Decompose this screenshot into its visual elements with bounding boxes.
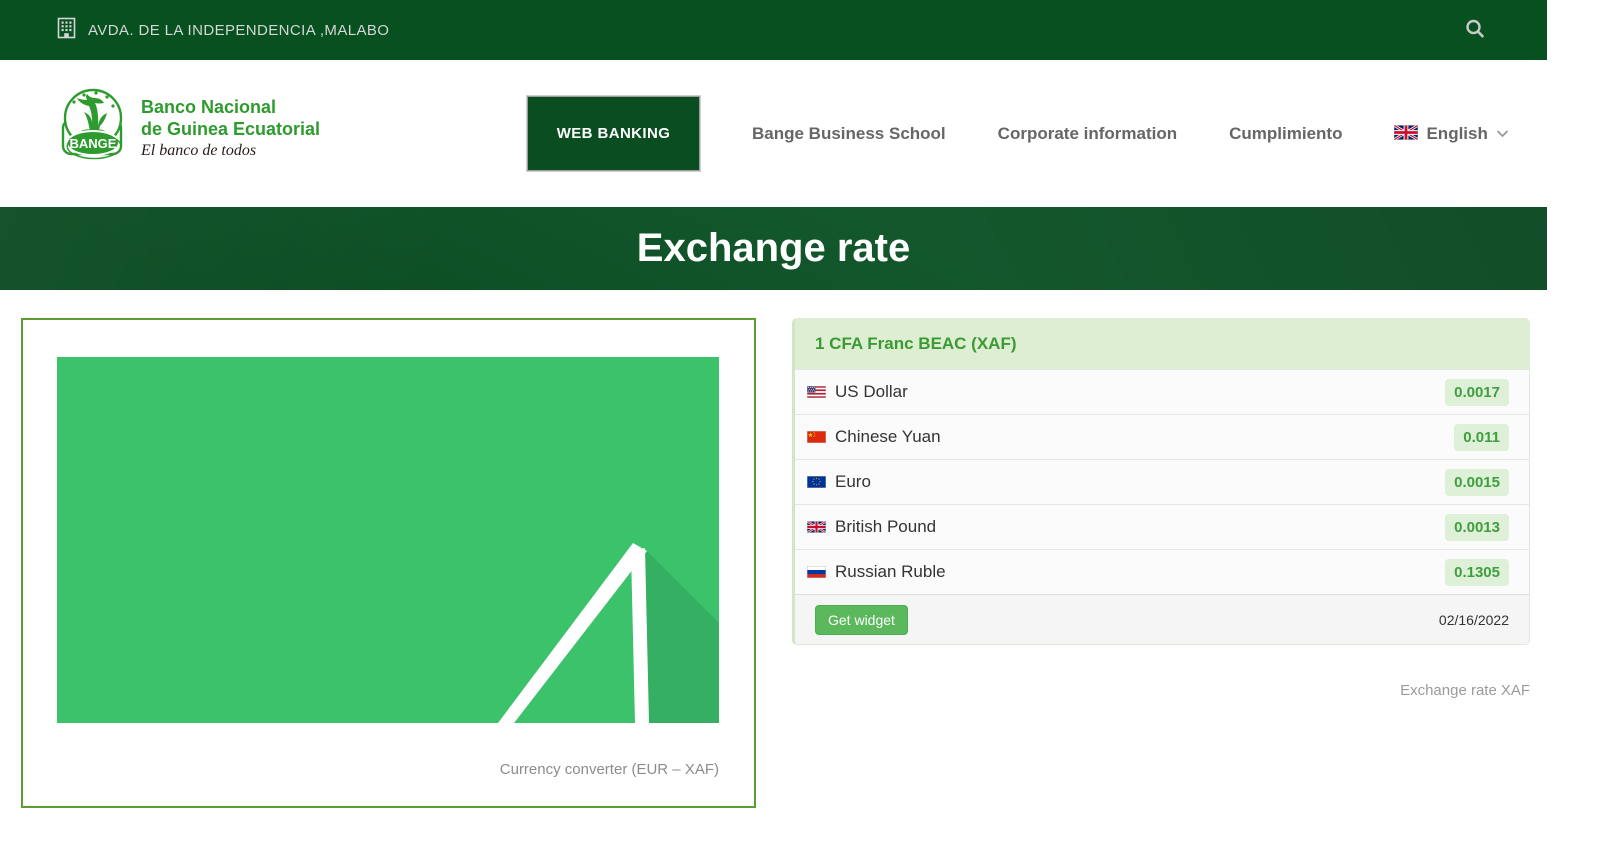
nav-item-cumplimiento[interactable]: Cumplimiento bbox=[1229, 124, 1342, 144]
rate-value: 0.0013 bbox=[1445, 514, 1509, 541]
rate-row-us-dollar: US Dollar 0.0017 bbox=[795, 369, 1529, 414]
branch-address: AVDA. DE LA INDEPENDENCIA ,MALABO bbox=[57, 17, 389, 43]
eu-flag-icon bbox=[807, 476, 826, 488]
converter-caption: Currency converter (EUR – XAF) bbox=[57, 761, 719, 778]
gb-flag-icon bbox=[807, 521, 826, 533]
rates-widget-footer: Get widget 02/16/2022 bbox=[795, 594, 1529, 644]
exchange-rate-link[interactable]: Exchange rate bbox=[1400, 682, 1497, 699]
building-icon bbox=[57, 17, 76, 43]
rates-widget-header: 1 CFA Franc BEAC (XAF) bbox=[795, 319, 1529, 369]
search-button[interactable] bbox=[1460, 14, 1490, 47]
search-icon bbox=[1464, 18, 1486, 43]
rates-date: 02/16/2022 bbox=[1439, 612, 1509, 628]
rate-value: 0.011 bbox=[1454, 424, 1509, 451]
page: AVDA. DE LA INDEPENDENCIA ,MALABO bbox=[0, 0, 1547, 808]
rate-row-chinese-yuan: Chinese Yuan 0.011 bbox=[795, 414, 1529, 459]
us-flag-icon bbox=[807, 386, 826, 398]
nav-item-bange-business-school[interactable]: Bange Business School bbox=[752, 124, 946, 144]
currency-name: Chinese Yuan bbox=[835, 427, 1454, 447]
language-selector[interactable]: English bbox=[1394, 124, 1508, 144]
currency-converter-panel: Currency converter (EUR – XAF) bbox=[21, 318, 756, 808]
rates-column: 1 CFA Franc BEAC (XAF) bbox=[792, 318, 1530, 699]
language-label: English bbox=[1426, 124, 1487, 144]
site-header: BANGE Banco Nacional de Guinea Ecuatoria… bbox=[0, 60, 1547, 207]
rate-row-euro: Euro 0.0015 bbox=[795, 459, 1529, 504]
nav-item-corporate-information[interactable]: Corporate information bbox=[998, 124, 1177, 144]
ru-flag-icon bbox=[807, 566, 826, 578]
page-title-banner: Exchange rate bbox=[0, 207, 1547, 290]
topbar: AVDA. DE LA INDEPENDENCIA ,MALABO bbox=[0, 0, 1547, 60]
currency-converter-image bbox=[57, 357, 754, 723]
exchange-rates-widget: 1 CFA Franc BEAC (XAF) bbox=[792, 318, 1530, 645]
bank-tagline: El banco de todos bbox=[141, 142, 320, 160]
page-title: Exchange rate bbox=[637, 226, 910, 271]
svg-text:BANGE: BANGE bbox=[70, 136, 117, 151]
bange-tree-logo-icon: BANGE bbox=[57, 86, 129, 171]
address-text: AVDA. DE LA INDEPENDENCIA ,MALABO bbox=[88, 22, 389, 39]
currency-name: British Pound bbox=[835, 517, 1445, 537]
chevron-down-icon bbox=[1496, 126, 1509, 141]
main-content: Currency converter (EUR – XAF) 1 CFA Fra… bbox=[21, 318, 1547, 808]
cn-flag-icon bbox=[807, 431, 826, 443]
currency-name: Russian Ruble bbox=[835, 562, 1445, 582]
exchange-rate-links: Exchange rateXAF bbox=[792, 682, 1530, 699]
main-nav: WEB BANKING Bange Business School Corpor… bbox=[527, 60, 1509, 207]
rate-value: 0.1305 bbox=[1445, 559, 1509, 586]
xaf-link[interactable]: XAF bbox=[1501, 682, 1530, 699]
currency-name: US Dollar bbox=[835, 382, 1445, 402]
currency-name: Euro bbox=[835, 472, 1445, 492]
bank-name: Banco Nacional de Guinea Ecuatorial El b… bbox=[141, 97, 320, 160]
rate-row-british-pound: British Pound 0.0013 bbox=[795, 504, 1529, 549]
uk-flag-icon bbox=[1394, 125, 1418, 143]
rate-row-russian-ruble: Russian Ruble 0.1305 bbox=[795, 549, 1529, 594]
bank-logo[interactable]: BANGE Banco Nacional de Guinea Ecuatoria… bbox=[57, 86, 320, 171]
bank-name-line2: de Guinea Ecuatorial bbox=[141, 119, 320, 141]
rate-value: 0.0017 bbox=[1445, 379, 1509, 406]
bank-name-line1: Banco Nacional bbox=[141, 97, 320, 119]
web-banking-button[interactable]: WEB BANKING bbox=[527, 96, 700, 171]
get-widget-button[interactable]: Get widget bbox=[815, 605, 908, 635]
rate-value: 0.0015 bbox=[1445, 469, 1509, 496]
